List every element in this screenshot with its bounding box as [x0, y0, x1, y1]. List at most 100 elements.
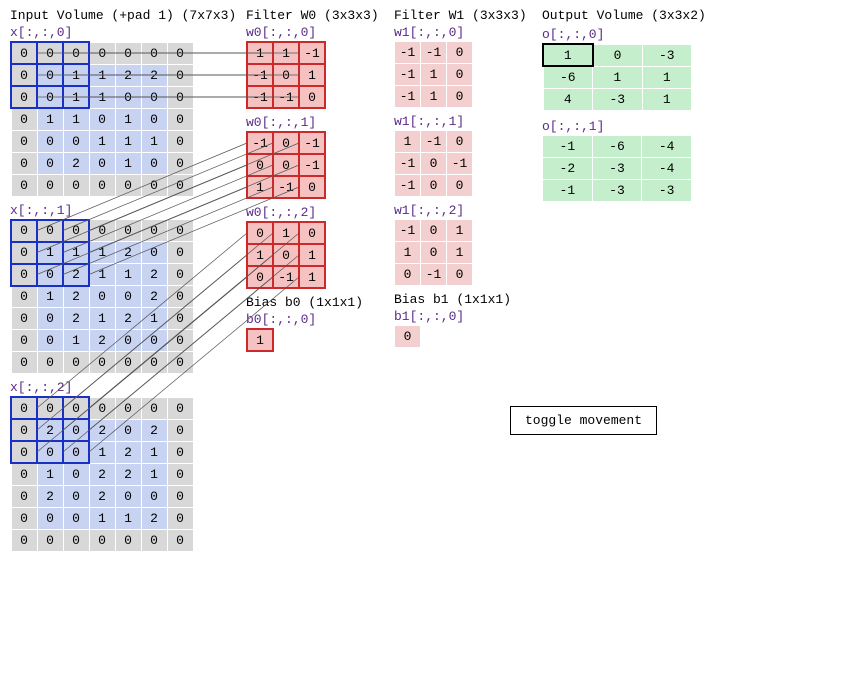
- output-slice1-cell: -3: [642, 179, 692, 201]
- output-slice1-cell: -1: [543, 179, 593, 201]
- input-slice1-cell: 0: [11, 352, 37, 374]
- input-slice0-cell: 1: [115, 152, 141, 174]
- w0-slice1-cell: 0: [299, 176, 325, 198]
- bias-b1-cell: 0: [395, 326, 421, 348]
- w1-slice1-grid: 1-10-10-1-100: [394, 130, 473, 197]
- input-slice0-cell: 0: [37, 42, 63, 64]
- input-slice1-grid: 0000000011120000211200120020002121000120…: [10, 219, 194, 375]
- w1-slice0-cell: -1: [395, 64, 421, 86]
- input-slice0-cell: 0: [37, 86, 63, 108]
- input-slice2-cell: 0: [167, 529, 193, 551]
- input-slice0-cell: 0: [115, 86, 141, 108]
- w0-slice-label: w0[:,:,1]: [246, 115, 376, 130]
- toggle-movement-button[interactable]: toggle movement: [510, 406, 657, 435]
- w1-slice1-cell: 0: [447, 175, 473, 197]
- w0-slice2-cell: 1: [299, 266, 325, 288]
- input-slice0-cell: 0: [167, 64, 193, 86]
- output-slice1-cell: -4: [642, 157, 692, 179]
- input-slice1-cell: 2: [89, 330, 115, 352]
- w0-slice2-cell: 1: [299, 244, 325, 266]
- input-slice2-cell: 0: [141, 485, 167, 507]
- input-slice0-cell: 1: [63, 64, 89, 86]
- output-slice0-grid: 10-3-6114-31: [542, 43, 692, 111]
- output-slice-label: o[:,:,0]: [542, 27, 692, 42]
- input-slice0-cell: 0: [167, 174, 193, 196]
- input-slice2-cell: 0: [11, 441, 37, 463]
- w1-slice1-cell: -1: [395, 153, 421, 175]
- output-slice1-cell: -2: [543, 157, 593, 179]
- w1-slice2-cell: 1: [395, 242, 421, 264]
- bias-b0-title: Bias b0 (1x1x1): [246, 295, 376, 310]
- bias-b1-grid: 0: [394, 325, 421, 348]
- input-slice1-cell: 0: [11, 264, 37, 286]
- w0-slice0-cell: -1: [247, 64, 273, 86]
- input-slice2-cell: 0: [11, 419, 37, 441]
- input-slice2-cell: 0: [167, 441, 193, 463]
- w1-slice2-cell: 0: [421, 242, 447, 264]
- input-slice1-cell: 1: [63, 330, 89, 352]
- w0-slice1-cell: -1: [299, 132, 325, 154]
- w1-slice1-cell: 0: [421, 175, 447, 197]
- w1-slice0-cell: -1: [395, 42, 421, 64]
- input-slice1-cell: 0: [11, 330, 37, 352]
- w0-slice1-cell: 0: [247, 154, 273, 176]
- w1-slice1-cell: -1: [421, 131, 447, 153]
- input-slice2-cell: 0: [11, 507, 37, 529]
- input-slice1-cell: 0: [141, 330, 167, 352]
- input-slice2-cell: 0: [63, 485, 89, 507]
- w1-slice-label: w1[:,:,0]: [394, 25, 524, 40]
- w0-slice2-cell: 0: [299, 222, 325, 244]
- input-slice2-cell: 0: [115, 485, 141, 507]
- input-slice2-cell: 2: [89, 463, 115, 485]
- w0-slice0-cell: -1: [273, 86, 299, 108]
- input-slice2-cell: 0: [11, 529, 37, 551]
- w1-slice-label: w1[:,:,1]: [394, 114, 524, 129]
- input-slice0-cell: 0: [89, 152, 115, 174]
- input-slice1-cell: 0: [141, 220, 167, 242]
- w1-slice1-cell: 0: [447, 131, 473, 153]
- input-slice2-cell: 2: [141, 419, 167, 441]
- input-slice0-cell: 1: [63, 86, 89, 108]
- input-slice1-cell: 2: [63, 286, 89, 308]
- input-slice1-cell: 0: [11, 220, 37, 242]
- input-slice0-cell: 0: [11, 108, 37, 130]
- input-slice1-cell: 1: [141, 308, 167, 330]
- input-slice0-cell: 0: [167, 130, 193, 152]
- w1-slice-label: w1[:,:,2]: [394, 203, 524, 218]
- output-slice0-cell: -3: [593, 88, 643, 110]
- w1-slice2-cell: 1: [447, 220, 473, 242]
- w1-slice0-grid: -1-10-110-110: [394, 41, 473, 108]
- w0-slice1-cell: 0: [273, 132, 299, 154]
- input-slice1-cell: 0: [37, 308, 63, 330]
- input-slice2-cell: 1: [89, 507, 115, 529]
- input-slice2-cell: 0: [11, 397, 37, 419]
- input-slice1-cell: 1: [37, 242, 63, 264]
- input-slice1-cell: 0: [63, 220, 89, 242]
- w0-slice2-cell: 0: [247, 266, 273, 288]
- output-column: Output Volume (3x3x2) o[:,:,0]10-3-6114-…: [542, 8, 692, 208]
- input-slice2-cell: 0: [11, 485, 37, 507]
- w1-slice0-cell: 0: [447, 64, 473, 86]
- input-slice1-cell: 0: [141, 352, 167, 374]
- input-slice1-cell: 2: [63, 264, 89, 286]
- input-slice1-cell: 0: [167, 220, 193, 242]
- input-slice0-cell: 0: [141, 152, 167, 174]
- input-slice1-cell: 0: [141, 242, 167, 264]
- w0-slice0-cell: -1: [299, 42, 325, 64]
- output-slice1-cell: -1: [543, 135, 593, 157]
- output-slice0-cell: 1: [642, 88, 692, 110]
- input-slice2-cell: 0: [141, 529, 167, 551]
- input-slice0-cell: 0: [167, 152, 193, 174]
- input-slice2-cell: 2: [141, 507, 167, 529]
- input-slice0-cell: 1: [89, 130, 115, 152]
- w0-slice2-cell: -1: [273, 266, 299, 288]
- output-slice0-cell: -3: [642, 44, 692, 66]
- input-slice0-cell: 0: [89, 174, 115, 196]
- input-slice1-cell: 2: [115, 308, 141, 330]
- w1-slice2-cell: -1: [421, 264, 447, 286]
- w0-slice1-grid: -10-100-11-10: [246, 131, 326, 199]
- input-slice0-cell: 0: [89, 108, 115, 130]
- input-slice2-cell: 1: [141, 463, 167, 485]
- input-slice0-cell: 0: [37, 174, 63, 196]
- w0-slice0-cell: 0: [273, 64, 299, 86]
